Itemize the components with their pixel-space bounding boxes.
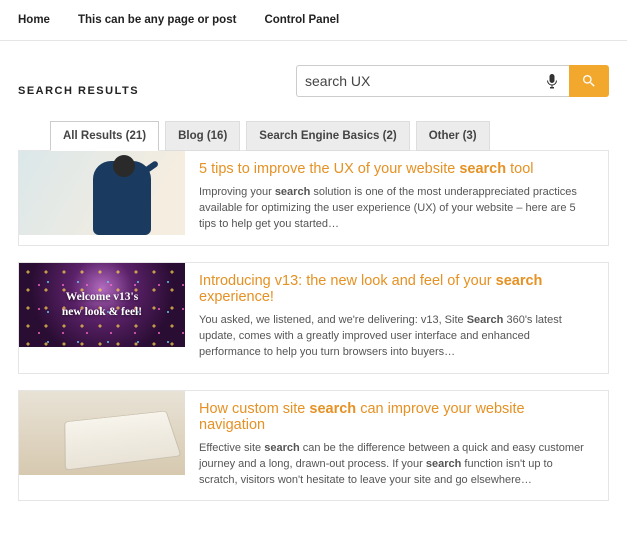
- header-row: SEARCH RESULTS: [0, 41, 627, 107]
- page-title: SEARCH RESULTS: [18, 85, 139, 97]
- results-list: 5 tips to improve the UX of your website…: [0, 150, 627, 535]
- result-item: 5 tips to improve the UX of your website…: [18, 150, 609, 246]
- tab-search-engine-basics[interactable]: Search Engine Basics (2): [246, 121, 409, 151]
- nav-link-home[interactable]: Home: [18, 14, 50, 26]
- search-input[interactable]: [305, 73, 543, 89]
- result-content: 5 tips to improve the UX of your website…: [185, 151, 608, 245]
- tab-other[interactable]: Other (3): [416, 121, 490, 151]
- result-title[interactable]: How custom site search can improve your …: [199, 401, 594, 433]
- tabs: All Results (21) Blog (16) Search Engine…: [0, 107, 627, 151]
- nav-link-anypage[interactable]: This can be any page or post: [78, 14, 236, 26]
- result-title[interactable]: 5 tips to improve the UX of your website…: [199, 161, 594, 177]
- thumbnail-overlay-text: Welcome v13'snew look & feel!: [62, 290, 142, 319]
- top-nav: Home This can be any page or post Contro…: [0, 0, 627, 41]
- search-button[interactable]: [569, 65, 609, 97]
- result-title[interactable]: Introducing v13: the new look and feel o…: [199, 273, 594, 305]
- result-content: How custom site search can improve your …: [185, 391, 608, 501]
- search-box: [296, 65, 609, 97]
- tab-blog[interactable]: Blog (16): [165, 121, 240, 151]
- result-content: Introducing v13: the new look and feel o…: [185, 263, 608, 373]
- result-thumbnail[interactable]: [19, 151, 185, 235]
- result-thumbnail[interactable]: Welcome v13'snew look & feel!: [19, 263, 185, 347]
- result-item: How custom site search can improve your …: [18, 390, 609, 502]
- result-snippet: You asked, we listened, and we're delive…: [199, 313, 594, 361]
- search-field-wrap: [296, 65, 569, 97]
- result-thumbnail[interactable]: [19, 391, 185, 475]
- tab-all-results[interactable]: All Results (21): [50, 121, 159, 151]
- result-snippet: Effective site search can be the differe…: [199, 441, 594, 489]
- result-item: Welcome v13'snew look & feel! Introducin…: [18, 262, 609, 374]
- result-snippet: Improving your search solution is one of…: [199, 185, 594, 233]
- nav-link-control-panel[interactable]: Control Panel: [264, 14, 339, 26]
- mic-icon[interactable]: [543, 73, 561, 89]
- search-icon: [581, 73, 597, 89]
